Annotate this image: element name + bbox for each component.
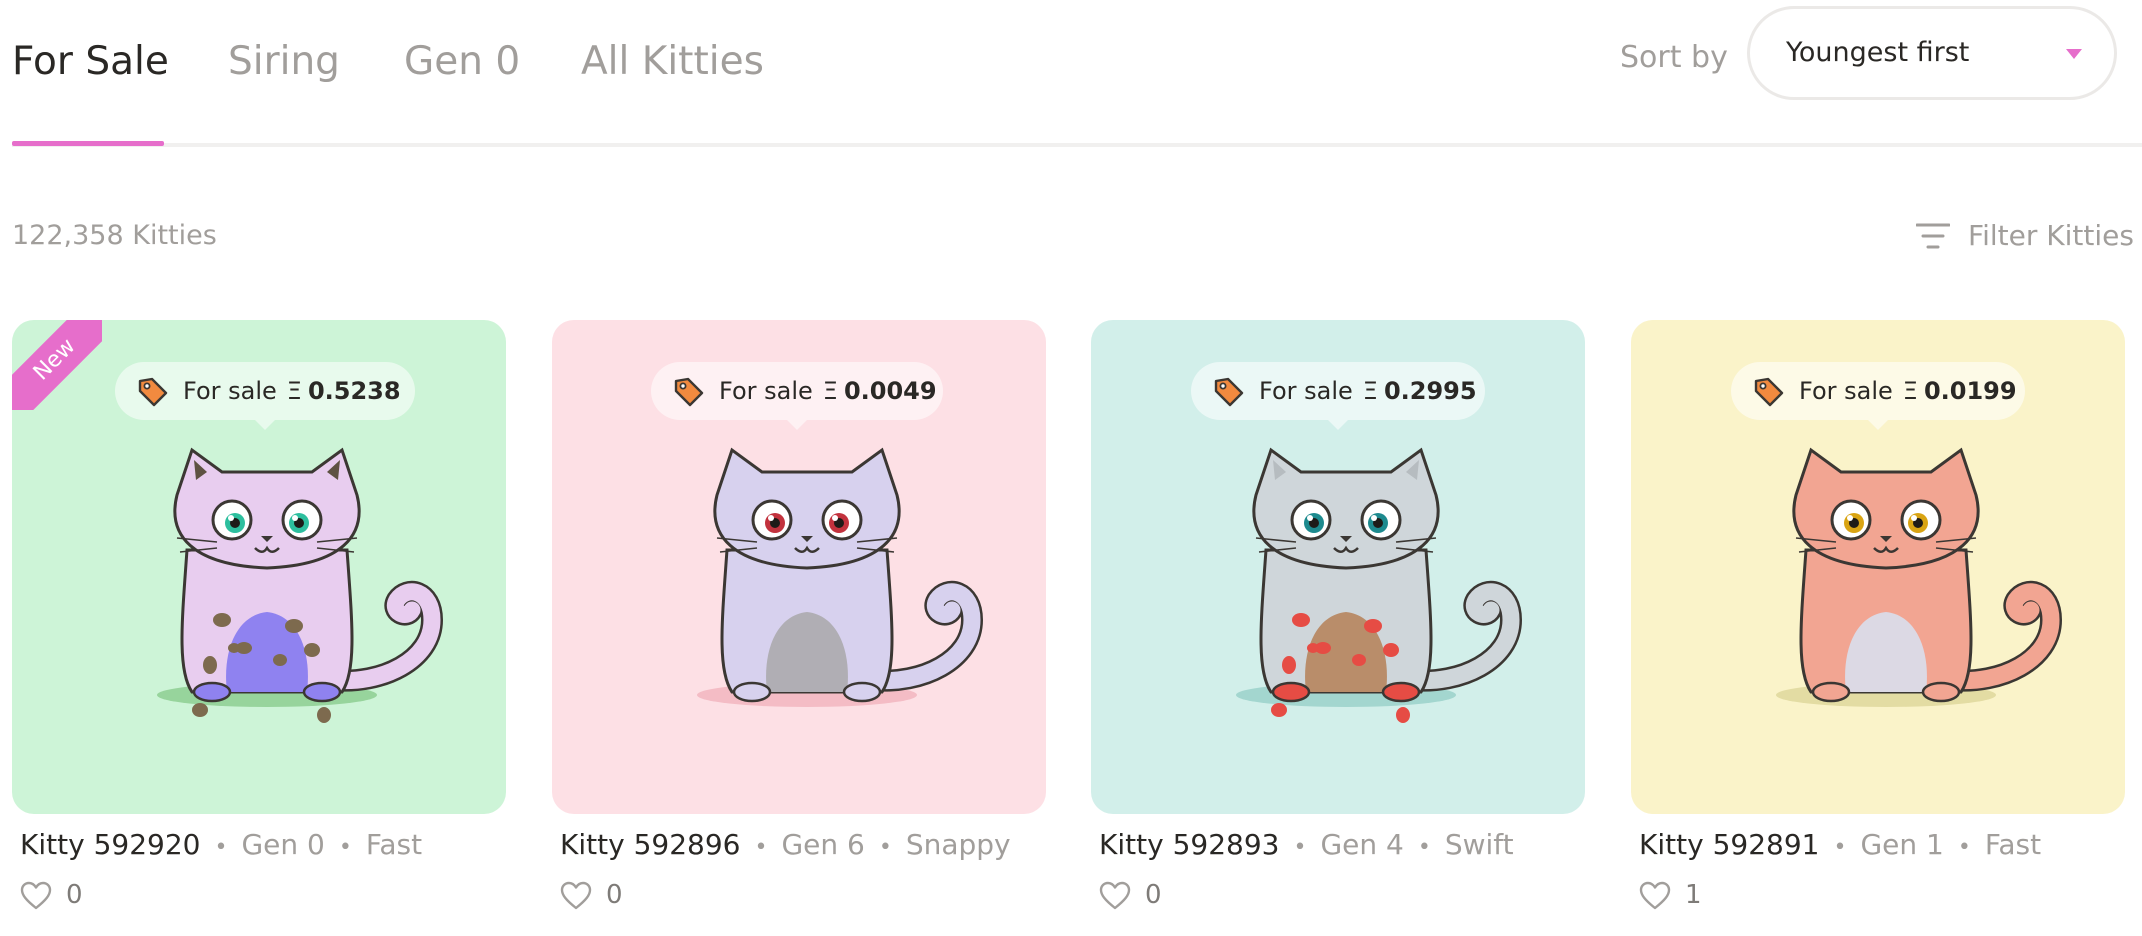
chevron-down-icon: [2066, 49, 2082, 59]
meta-separator: •: [214, 835, 228, 860]
sale-label: For sale: [183, 377, 277, 405]
tab-all-kitties[interactable]: All Kitties: [581, 34, 764, 90]
meta-separator: •: [1957, 835, 1971, 860]
kitty-count: 122,358 Kitties: [12, 220, 217, 251]
like-count: 0: [1145, 880, 1162, 910]
sort-label: Sort by: [1620, 40, 1728, 75]
kitty-name[interactable]: Kitty 592896: [560, 828, 740, 861]
price-tag-icon: [1754, 377, 1784, 407]
price-tag-icon: [1214, 377, 1244, 407]
kitty-image[interactable]: For sale Ξ 0.0199: [1631, 320, 2125, 814]
meta-separator: •: [1293, 835, 1307, 860]
kitty-meta: Kitty 592893 • Gen 4 • Swift: [1099, 825, 1514, 865]
tab-gen-0[interactable]: Gen 0: [404, 34, 520, 90]
ether-symbol: Ξ: [286, 377, 302, 405]
like-count: 1: [1685, 880, 1702, 910]
kitty-speed: Fast: [1984, 828, 2042, 861]
tab-divider: [12, 143, 2142, 147]
filter-icon: [1916, 223, 1950, 249]
kitty-meta: Kitty 592896 • Gen 6 • Snappy: [560, 825, 1011, 865]
tab-siring[interactable]: Siring: [228, 34, 340, 90]
sale-price-badge: For sale Ξ 0.0199: [1731, 362, 2025, 430]
price-tag-icon: [674, 377, 704, 407]
likes: 1: [1639, 878, 1702, 912]
kitty-meta: Kitty 592920 • Gen 0 • Fast: [20, 825, 422, 865]
sale-price: 0.5238: [307, 377, 401, 405]
kitty-speed: Swift: [1444, 828, 1514, 861]
kitty-name[interactable]: Kitty 592920: [20, 828, 200, 861]
kitty-generation: Gen 4: [1320, 828, 1404, 861]
sale-label: For sale: [1259, 377, 1353, 405]
kitty-name[interactable]: Kitty 592891: [1639, 828, 1819, 861]
heart-icon[interactable]: [1639, 881, 1671, 911]
heart-icon[interactable]: [560, 881, 592, 911]
sale-label: For sale: [1799, 377, 1893, 405]
kitty-card[interactable]: For sale Ξ 0.0049 Kitty 592896 • Gen 6 • Snapp…: [552, 320, 1046, 932]
kitty-image[interactable]: For sale Ξ 0.0049: [552, 320, 1046, 814]
kitty-generation: Gen 6: [781, 828, 865, 861]
heart-icon[interactable]: [1099, 881, 1131, 911]
price-tag-icon: [138, 377, 168, 407]
tab-for-sale[interactable]: For Sale: [12, 34, 169, 90]
kitty-card[interactable]: New For sale Ξ 0.5238 Kitty 592920 • Gen 0 • F…: [12, 320, 506, 932]
heart-icon[interactable]: [20, 881, 52, 911]
meta-separator: •: [754, 835, 768, 860]
filter-button[interactable]: Filter Kitties: [1912, 214, 2134, 258]
likes: 0: [560, 878, 623, 912]
sort-selected-value: Youngest first: [1786, 37, 1970, 68]
like-count: 0: [66, 880, 83, 910]
like-count: 0: [606, 880, 623, 910]
kitty-name[interactable]: Kitty 592893: [1099, 828, 1279, 861]
kitty-speed: Snappy: [905, 828, 1011, 861]
kitty-speed: Fast: [365, 828, 423, 861]
new-ribbon-label: New: [12, 320, 102, 410]
ether-symbol: Ξ: [822, 377, 838, 405]
sale-label: For sale: [719, 377, 813, 405]
sort-dropdown[interactable]: Youngest first: [1747, 6, 2117, 100]
likes: 0: [1099, 878, 1162, 912]
kitty-image[interactable]: New For sale Ξ 0.5238: [12, 320, 506, 814]
kitty-meta: Kitty 592891 • Gen 1 • Fast: [1639, 825, 2041, 865]
kitty-generation: Gen 0: [241, 828, 325, 861]
sale-price-badge: For sale Ξ 0.2995: [1191, 362, 1485, 430]
new-ribbon: New: [12, 320, 102, 410]
sale-price: 0.0199: [1923, 377, 2017, 405]
meta-separator: •: [878, 835, 892, 860]
ether-symbol: Ξ: [1362, 377, 1378, 405]
meta-separator: •: [1833, 835, 1847, 860]
sale-price-badge: For sale Ξ 0.0049: [651, 362, 943, 430]
likes: 0: [20, 878, 83, 912]
meta-separator: •: [338, 835, 352, 860]
sale-price: 0.0049: [843, 377, 937, 405]
sale-price-badge: For sale Ξ 0.5238: [115, 362, 415, 430]
filter-label: Filter Kitties: [1968, 219, 2134, 252]
kitty-card[interactable]: For sale Ξ 0.0199 Kitty 592891 • Gen 1 • Fast …: [1631, 320, 2125, 932]
meta-separator: •: [1417, 835, 1431, 860]
kitty-card[interactable]: For sale Ξ 0.2995 Kitty 592893 • Gen 4 • Swift…: [1091, 320, 1585, 932]
kitty-generation: Gen 1: [1860, 828, 1944, 861]
active-tab-indicator: [12, 141, 164, 146]
kitty-image[interactable]: For sale Ξ 0.2995: [1091, 320, 1585, 814]
ether-symbol: Ξ: [1902, 377, 1918, 405]
category-tabs: For Sale Siring Gen 0 All Kitties Sort b…: [0, 0, 2142, 147]
sale-price: 0.2995: [1383, 377, 1477, 405]
